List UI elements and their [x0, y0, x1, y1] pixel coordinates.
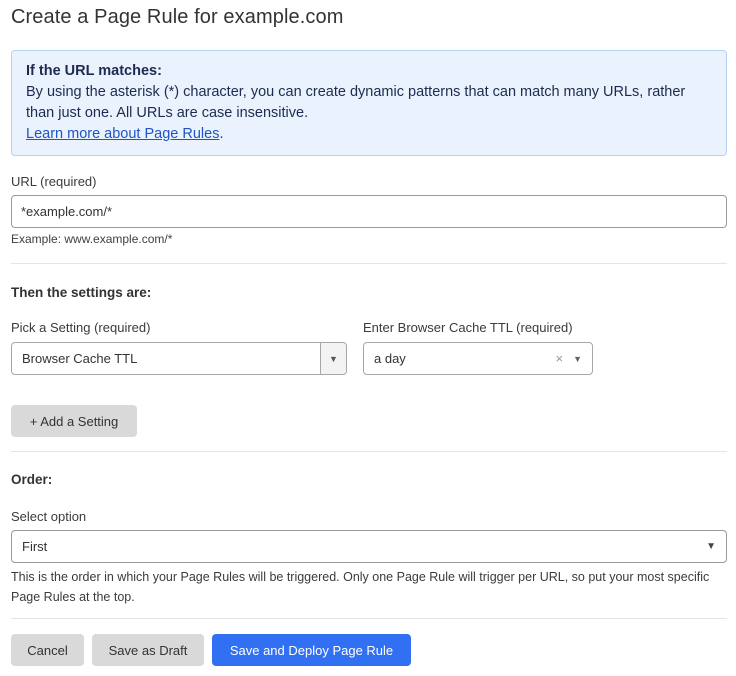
- browser-cache-ttl-label: Enter Browser Cache TTL (required): [363, 320, 573, 335]
- chevron-down-icon[interactable]: ▼: [706, 541, 716, 552]
- url-match-info-box: If the URL matches: By using the asteris…: [11, 50, 727, 156]
- url-example-hint: Example: www.example.com/*: [11, 232, 173, 246]
- divider: [11, 618, 727, 619]
- browser-cache-ttl-value: a day: [374, 351, 406, 366]
- divider: [11, 451, 727, 452]
- order-select-label: Select option: [11, 509, 87, 524]
- settings-heading: Then the settings are:: [11, 285, 152, 300]
- add-setting-button[interactable]: + Add a Setting: [11, 405, 137, 437]
- save-and-deploy-button[interactable]: Save and Deploy Page Rule: [212, 634, 411, 666]
- pick-setting-select[interactable]: Browser Cache TTL ▼: [11, 342, 347, 375]
- order-select-value: First: [22, 539, 48, 554]
- order-select[interactable]: First ▼: [11, 530, 727, 563]
- clear-icon[interactable]: ×: [555, 351, 563, 366]
- order-hint: This is the order in which your Page Rul…: [11, 570, 710, 604]
- page-title: Create a Page Rule for example.com: [11, 6, 344, 28]
- link-suffix: .: [219, 126, 224, 142]
- save-as-draft-button[interactable]: Save as Draft: [92, 634, 204, 666]
- info-link-line: Learn more about Page Rules.: [26, 124, 712, 145]
- chevron-down-icon[interactable]: ▼: [320, 343, 346, 374]
- order-heading: Order:: [11, 472, 53, 487]
- learn-more-page-rules-link[interactable]: Learn more about Page Rules: [26, 126, 219, 142]
- chevron-down-icon[interactable]: ▼: [573, 354, 582, 364]
- info-body: By using the asterisk (*) character, you…: [26, 84, 686, 121]
- url-input[interactable]: [11, 195, 727, 228]
- pick-setting-value: Browser Cache TTL: [22, 351, 138, 366]
- info-title: If the URL matches:: [26, 63, 162, 79]
- browser-cache-ttl-select[interactable]: a day × ▼: [363, 342, 593, 375]
- divider: [11, 263, 727, 264]
- cancel-button[interactable]: Cancel: [11, 634, 84, 666]
- url-field-label: URL (required): [11, 174, 97, 189]
- pick-setting-label: Pick a Setting (required): [11, 320, 151, 335]
